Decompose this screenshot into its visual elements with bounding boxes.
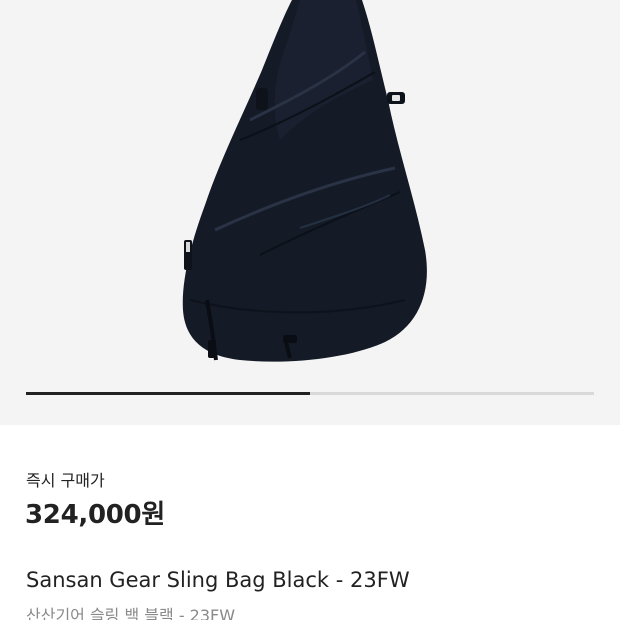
product-name: Sansan Gear Sling Bag Black - 23FW — [26, 568, 410, 592]
sling-bag-image — [182, 0, 427, 362]
carousel-progress-indicator — [26, 392, 310, 395]
price-label: 즉시 구매가 — [26, 471, 105, 490]
carousel-progress-track — [26, 392, 594, 395]
product-image-carousel[interactable] — [0, 0, 620, 425]
product-name-korean: 산산기어 슬링 백 블랙 - 23FW — [26, 606, 236, 620]
price-value: 324,000원 — [25, 500, 165, 530]
